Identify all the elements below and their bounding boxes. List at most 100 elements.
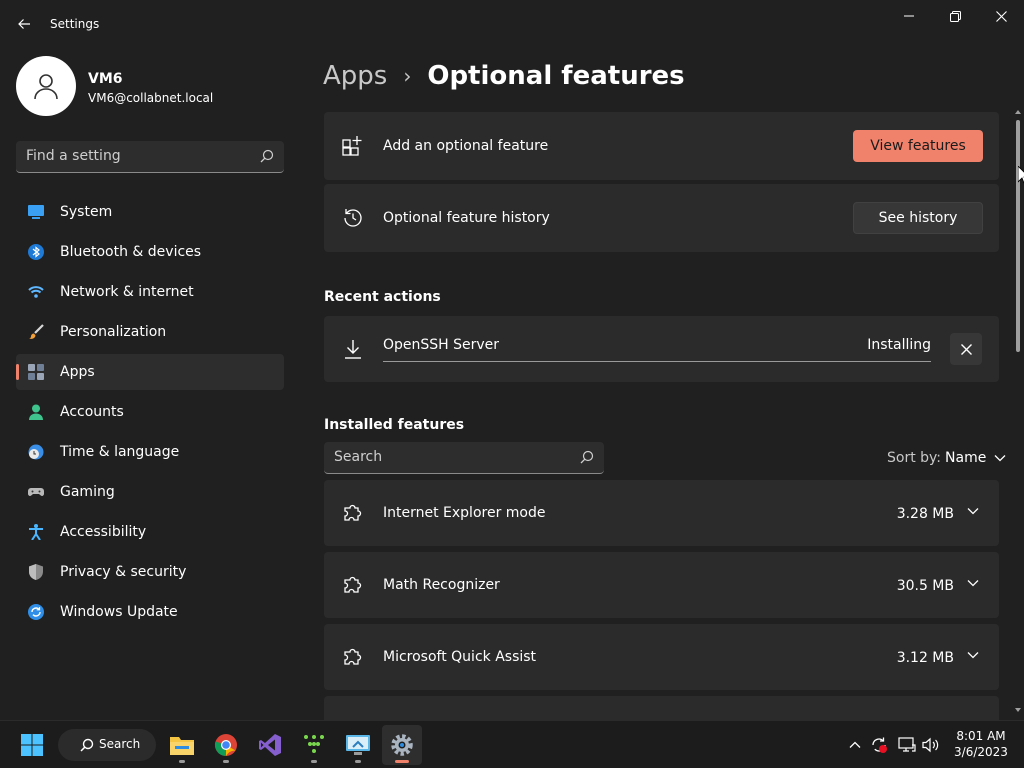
feature-row[interactable] xyxy=(324,696,999,720)
scroll-thumb[interactable] xyxy=(1016,120,1020,352)
sidebar-item-label: Personalization xyxy=(60,324,167,340)
feature-name: Microsoft Quick Assist xyxy=(383,649,537,665)
taskbar-clock[interactable]: 8:01 AM 3/6/2023 xyxy=(951,728,1011,760)
cancel-action-button[interactable] xyxy=(950,333,982,365)
brush-icon xyxy=(29,324,44,339)
settings-app-button[interactable] xyxy=(382,725,422,765)
user-profile[interactable]: VM6 VM6@collabnet.local xyxy=(16,56,286,118)
close-icon xyxy=(995,10,1007,22)
sort-label: Sort by: xyxy=(887,450,942,466)
person-icon xyxy=(29,404,43,420)
visual-studio-icon xyxy=(259,734,281,756)
add-apps-icon xyxy=(342,136,362,156)
restore-button[interactable] xyxy=(932,0,978,32)
profile-name: VM6 xyxy=(88,71,123,87)
tray-sync-button[interactable] xyxy=(869,735,889,755)
feature-name: Math Recognizer xyxy=(383,577,500,593)
sort-dropdown[interactable]: Sort by: Name xyxy=(887,448,1006,468)
bluetooth-icon xyxy=(28,244,44,260)
feature-size: 3.12 MB xyxy=(896,650,954,666)
taskbar-search-label: Search xyxy=(99,737,141,751)
sidebar-item-label: System xyxy=(60,204,113,220)
breadcrumb: Apps › Optional features xyxy=(323,58,685,94)
close-button[interactable] xyxy=(978,0,1024,32)
start-button[interactable] xyxy=(12,725,52,765)
running-indicator xyxy=(311,760,317,763)
sidebar-item-apps[interactable]: Apps xyxy=(16,354,284,390)
title-bar: Settings xyxy=(0,0,1024,48)
network-tray-button[interactable] xyxy=(897,735,917,755)
feature-size: 3.28 MB xyxy=(896,506,954,522)
sidebar-item-label: Accessibility xyxy=(60,524,147,540)
windows-logo-icon xyxy=(21,734,43,756)
app-button[interactable] xyxy=(294,725,334,765)
speaker-icon xyxy=(922,737,939,753)
running-indicator xyxy=(223,760,229,763)
back-button[interactable] xyxy=(12,12,36,36)
feature-row[interactable]: Math Recognizer 30.5 MB xyxy=(324,552,999,618)
sidebar-item-bluetooth[interactable]: Bluetooth & devices xyxy=(16,234,284,270)
close-icon xyxy=(960,343,972,355)
sidebar-item-accounts[interactable]: Accounts xyxy=(16,394,284,430)
sidebar-item-network[interactable]: Network & internet xyxy=(16,274,284,310)
installed-search-input[interactable] xyxy=(334,449,564,465)
folder-icon xyxy=(170,737,194,755)
sidebar-item-label: Privacy & security xyxy=(60,564,187,580)
monitor-icon xyxy=(28,205,44,219)
chevron-down-icon xyxy=(994,455,1006,462)
search-icon[interactable] xyxy=(580,450,594,464)
puzzle-icon xyxy=(344,504,362,521)
installed-features-title: Installed features xyxy=(324,417,465,433)
sync-error-icon xyxy=(872,737,887,753)
feature-name: Internet Explorer mode xyxy=(383,505,546,521)
network-icon xyxy=(898,737,916,752)
sidebar-item-system[interactable]: System xyxy=(16,194,284,230)
history-label: Optional feature history xyxy=(383,210,550,226)
puzzle-icon xyxy=(344,648,362,665)
chrome-icon xyxy=(214,734,237,756)
sidebar-item-privacy-security[interactable]: Privacy & security xyxy=(16,554,284,590)
see-history-button[interactable]: See history xyxy=(853,202,983,234)
scroll-down-arrow-icon[interactable] xyxy=(1014,706,1022,714)
feature-row[interactable]: Microsoft Quick Assist 3.12 MB xyxy=(324,624,999,690)
chevron-down-icon[interactable] xyxy=(967,507,979,515)
find-setting-input[interactable] xyxy=(26,148,246,164)
remote-desktop-button[interactable] xyxy=(338,725,378,765)
accessibility-icon xyxy=(29,524,43,540)
feature-size: 30.5 MB xyxy=(896,578,954,594)
taskbar-search-button[interactable]: Search xyxy=(58,729,156,761)
minimize-button[interactable] xyxy=(886,0,932,32)
chevron-down-icon[interactable] xyxy=(967,651,979,659)
breadcrumb-parent-link[interactable]: Apps xyxy=(323,61,387,91)
sidebar-item-gaming[interactable]: Gaming xyxy=(16,474,284,510)
status-text: Installing xyxy=(867,337,931,353)
download-icon xyxy=(345,340,361,359)
visual-studio-button[interactable] xyxy=(250,725,290,765)
history-icon xyxy=(344,209,362,227)
sidebar-item-time-language[interactable]: Time & language xyxy=(16,434,284,470)
sidebar-item-accessibility[interactable]: Accessibility xyxy=(16,514,284,550)
arrow-left-icon xyxy=(18,19,30,29)
volume-tray-button[interactable] xyxy=(921,735,941,755)
taskbar: Search 8:01 AM 3/6/2023 xyxy=(0,720,1024,768)
scrollbar[interactable] xyxy=(1014,108,1022,718)
feature-row[interactable]: Internet Explorer mode 3.28 MB xyxy=(324,480,999,546)
sidebar-item-label: Gaming xyxy=(60,484,115,500)
chrome-button[interactable] xyxy=(206,725,246,765)
find-setting-search[interactable] xyxy=(16,141,284,173)
view-features-button[interactable]: View features xyxy=(853,130,983,162)
show-hidden-icons-button[interactable] xyxy=(845,735,865,755)
gamepad-icon xyxy=(28,488,44,496)
file-explorer-button[interactable] xyxy=(162,725,202,765)
minimize-icon xyxy=(904,15,914,17)
recent-action-item: OpenSSH Server Installing xyxy=(324,316,999,382)
installed-features-search[interactable] xyxy=(324,442,604,474)
search-icon[interactable] xyxy=(260,149,274,163)
search-icon xyxy=(80,738,94,752)
chevron-down-icon[interactable] xyxy=(967,579,979,587)
scroll-up-arrow-icon[interactable] xyxy=(1014,108,1022,116)
sidebar-item-windows-update[interactable]: Windows Update xyxy=(16,594,284,630)
gear-icon xyxy=(391,734,413,756)
sidebar-item-personalization[interactable]: Personalization xyxy=(16,314,284,350)
sort-value[interactable]: Name xyxy=(945,450,986,466)
